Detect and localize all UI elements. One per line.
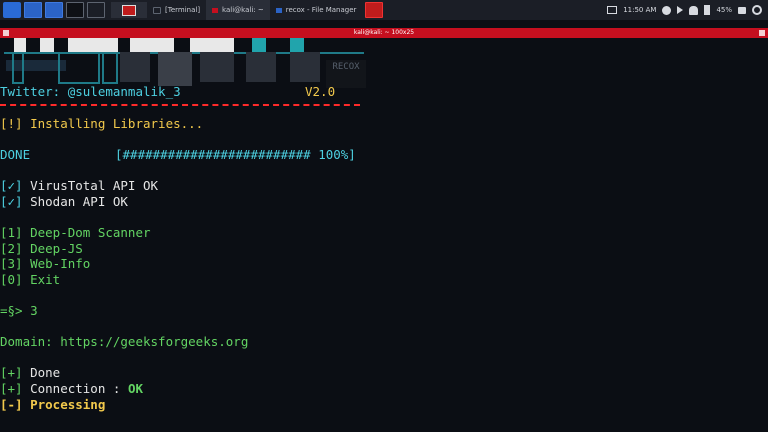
banner-outline	[246, 52, 276, 82]
twitter-handle: Twitter: @sulemanmalik_3	[0, 84, 181, 99]
result-text: Connection :	[22, 381, 128, 396]
plus-marker: [+]	[0, 381, 23, 396]
check-icon: [✓]	[0, 178, 23, 193]
terminal-icon	[212, 7, 219, 13]
workspace-switcher[interactable]	[111, 2, 147, 18]
app-icon	[365, 2, 384, 18]
check-icon: [✓]	[0, 194, 23, 209]
banner-outline	[120, 52, 150, 82]
task-terminal[interactable]: [Terminal]	[147, 0, 206, 20]
plus-marker: [+]	[0, 365, 23, 380]
menu-option-0: [0] Exit	[0, 272, 61, 287]
banner-outline	[12, 52, 24, 84]
banner-block	[190, 38, 234, 52]
banner-outline	[200, 52, 234, 82]
done-label: DONE	[0, 147, 31, 162]
kali-dragon-icon	[3, 2, 21, 18]
system-tray: 11:50 AM 45%	[607, 0, 768, 20]
bell-icon[interactable]	[689, 5, 699, 15]
menu-option-2: [2] Deep-JS	[0, 241, 83, 256]
task-kali-terminal[interactable]: kali@kali: ~	[206, 0, 270, 20]
banner-block	[290, 38, 304, 52]
api-check-label: VirusTotal API OK	[22, 178, 159, 193]
processing-line: [-] Processing	[0, 397, 106, 412]
banner-block	[130, 38, 174, 52]
terminal-titlebar[interactable]: kali@kali: ~ 100x25	[0, 28, 768, 38]
user-icon[interactable]	[662, 5, 672, 15]
close-icon[interactable]	[759, 30, 765, 36]
task-label: kali@kali: ~	[222, 6, 264, 14]
version-label: V2.0	[305, 84, 336, 99]
banner-block	[14, 38, 26, 52]
battery-icon[interactable]	[704, 5, 711, 15]
banner-divider	[0, 104, 360, 106]
banner-outline	[102, 52, 118, 84]
connection-status: OK	[127, 381, 143, 396]
banner-outline	[58, 52, 100, 84]
task-file-manager[interactable]: recox - File Manager	[270, 0, 363, 20]
folder-icon	[275, 7, 282, 13]
power-icon[interactable]	[752, 5, 762, 15]
taskbar: [Terminal] kali@kali: ~ recox - File Man…	[0, 0, 768, 20]
battery-percent: 45%	[716, 6, 732, 14]
menu-option-3: [3] Web-Info	[0, 256, 91, 271]
task-label: recox - File Manager	[285, 6, 357, 14]
installing-message: [!] Installing Libraries...	[0, 116, 204, 131]
kali-menu-button[interactable]	[3, 2, 21, 18]
speaker-icon[interactable]	[677, 6, 684, 14]
terminal-icon	[66, 2, 84, 18]
result-connection: [+] Connection : OK	[0, 381, 143, 397]
menu-option-1: [1] Deep-Dom Scanner	[0, 225, 151, 240]
result-done: [+] Done	[0, 365, 60, 381]
api-check-label: Shodan API OK	[22, 194, 128, 209]
browser-launcher[interactable]	[87, 2, 105, 18]
api-check-virustotal: [✓] VirusTotal API OK	[0, 178, 158, 194]
banner-outline	[158, 52, 192, 86]
api-check-shodan: [✓] Shodan API OK	[0, 194, 128, 210]
result-text: Done	[22, 365, 61, 380]
progress-bar-text: [######################### 100%]	[115, 147, 356, 162]
window-icon	[153, 6, 161, 14]
browser-icon	[87, 2, 105, 18]
workspace-icon	[122, 4, 136, 16]
file-manager-launcher[interactable]	[45, 2, 63, 18]
task-label: [Terminal]	[165, 6, 201, 14]
window-title: kali@kali: ~ 100x25	[353, 29, 415, 36]
screen: [Terminal] kali@kali: ~ recox - File Man…	[0, 0, 768, 432]
command-prompt[interactable]: =§> 3	[0, 303, 38, 319]
banner-block	[68, 38, 118, 52]
banner-block	[252, 38, 266, 52]
banner-block	[40, 38, 54, 52]
domain-line: Domain: https://geeksforgeeks.org	[0, 334, 249, 349]
lock-icon[interactable]	[738, 6, 746, 14]
clock[interactable]: 11:50 AM	[623, 6, 656, 14]
folder-icon	[45, 2, 63, 18]
banner-outline	[290, 52, 320, 82]
terminal-launcher[interactable]	[66, 2, 84, 18]
monitor-icon[interactable]	[607, 6, 618, 14]
show-desktop-button[interactable]	[24, 2, 42, 18]
desktop-icon	[24, 2, 42, 18]
task-red-window[interactable]	[365, 2, 384, 18]
